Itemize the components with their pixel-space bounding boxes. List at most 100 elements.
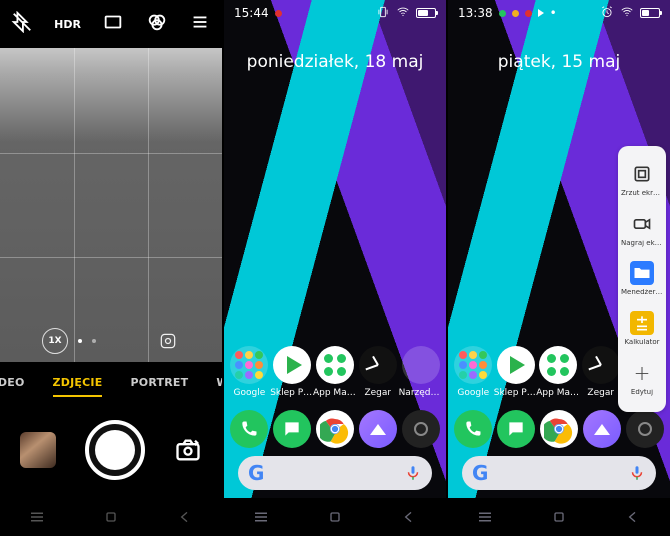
- mic-icon[interactable]: [404, 464, 422, 482]
- plus-icon: +: [630, 361, 654, 385]
- camera-mode-tabs: WIDEO ZDJĘCIE PORTRET WIĘ: [0, 362, 222, 402]
- android-navbar: [448, 498, 670, 536]
- app-label: Google: [234, 388, 266, 398]
- mode-more[interactable]: WIĘ: [216, 376, 222, 389]
- zoom-dot: [92, 339, 96, 343]
- status-time: 13:38: [458, 6, 493, 20]
- app-google-folder[interactable]: Google: [452, 346, 494, 398]
- battery-icon: [416, 8, 436, 18]
- sidebar-label: Nagraj ekran: [619, 240, 665, 248]
- app-play-store[interactable]: Sklep Play: [495, 346, 537, 398]
- home-screen: 15:44 poniedziałek, 18 maj Google: [224, 0, 446, 536]
- zoom-controls: 1X: [0, 328, 222, 354]
- mode-video[interactable]: WIDEO: [0, 376, 25, 389]
- nav-home-icon[interactable]: [326, 508, 344, 526]
- date-widget[interactable]: piątek, 15 maj: [448, 52, 670, 72]
- dock-phone[interactable]: [228, 410, 270, 448]
- sidebar-label: Zrzut ekranu: [619, 190, 665, 198]
- sidebar-record[interactable]: Nagraj ekran: [618, 206, 666, 254]
- camera-viewfinder[interactable]: 1X: [0, 48, 222, 362]
- sidebar-label: Menedżer ...: [619, 289, 665, 297]
- wifi-icon: [620, 5, 634, 22]
- aspect-icon[interactable]: [102, 11, 124, 37]
- notification-dot-icon: [499, 10, 506, 17]
- nav-recents-icon[interactable]: [28, 508, 46, 526]
- more-notifications-icon: •: [550, 6, 557, 20]
- notification-dot-icon: [525, 10, 532, 17]
- sidebar-screenshot[interactable]: Zrzut ekranu: [618, 156, 666, 204]
- dock-chrome[interactable]: [314, 410, 356, 448]
- nav-back-icon[interactable]: [400, 508, 418, 526]
- battery-icon: [640, 8, 660, 18]
- zoom-button[interactable]: 1X: [42, 328, 68, 354]
- record-icon: [630, 212, 654, 236]
- sidebar-label: Edytuj: [629, 389, 655, 397]
- google-lens-icon[interactable]: [156, 329, 180, 353]
- dock-gallery[interactable]: [357, 410, 399, 448]
- play-indicator-icon: [538, 9, 544, 17]
- screenshot-icon: [630, 162, 654, 186]
- app-clock[interactable]: Zegar: [580, 346, 622, 398]
- android-navbar: [0, 498, 222, 536]
- app-market[interactable]: App Market: [537, 346, 579, 398]
- notification-dot-icon: [275, 10, 282, 17]
- app-market[interactable]: App Market: [314, 346, 356, 398]
- dock-messages[interactable]: [495, 410, 537, 448]
- calculator-icon: [630, 311, 654, 335]
- dock: [224, 410, 446, 448]
- dock-extra[interactable]: [400, 410, 442, 448]
- camera-top-toolbar: HDR: [0, 0, 222, 48]
- dock: [448, 410, 670, 448]
- app-play-store[interactable]: Sklep Play: [271, 346, 313, 398]
- camera-controls: [0, 402, 222, 498]
- mode-photo[interactable]: ZDJĘCIE: [53, 376, 103, 389]
- camera-screen: HDR 1X WIDEO ZDJĘCIE PORTRET: [0, 0, 222, 536]
- google-logo-icon: G: [248, 461, 264, 485]
- gallery-thumbnail[interactable]: [20, 432, 56, 468]
- nav-recents-icon[interactable]: [252, 508, 270, 526]
- sidebar-label: Kalkulator: [622, 339, 661, 347]
- dock-extra[interactable]: [624, 410, 666, 448]
- dock-gallery[interactable]: [581, 410, 623, 448]
- app-row: Google Sklep Play App Market Zegar: [224, 346, 446, 398]
- notification-dot-icon: [512, 10, 519, 17]
- dock-messages[interactable]: [271, 410, 313, 448]
- app-tools-folder[interactable]: Narzędzia: [400, 346, 442, 398]
- dock-chrome[interactable]: [538, 410, 580, 448]
- app-label: Zegar: [587, 388, 614, 398]
- hdr-icon[interactable]: HDR: [54, 18, 81, 31]
- date-widget[interactable]: poniedziałek, 18 maj: [224, 52, 446, 72]
- switch-camera-icon[interactable]: [174, 436, 202, 464]
- flash-icon[interactable]: [11, 11, 33, 37]
- app-label: Narzędzia: [399, 388, 443, 398]
- app-clock[interactable]: Zegar: [357, 346, 399, 398]
- nav-back-icon[interactable]: [624, 508, 642, 526]
- nav-recents-icon[interactable]: [476, 508, 494, 526]
- app-label: Sklep Play: [494, 388, 538, 398]
- google-search-bar[interactable]: G: [462, 456, 656, 490]
- sidebar-files[interactable]: Menedżer ...: [618, 255, 666, 303]
- app-google-folder[interactable]: Google: [228, 346, 270, 398]
- app-label: App Market: [313, 388, 357, 398]
- menu-icon[interactable]: [189, 11, 211, 37]
- app-label: Zegar: [364, 388, 391, 398]
- mic-icon[interactable]: [628, 464, 646, 482]
- android-navbar: [224, 498, 446, 536]
- filter-icon[interactable]: [146, 11, 168, 37]
- zoom-dot: [78, 339, 82, 343]
- nav-home-icon[interactable]: [550, 508, 568, 526]
- vibrate-icon: [376, 5, 390, 22]
- sidebar-calculator[interactable]: Kalkulator: [618, 305, 666, 353]
- sidebar-edit[interactable]: + Edytuj: [618, 355, 666, 403]
- google-search-bar[interactable]: G: [238, 456, 432, 490]
- status-time: 15:44: [234, 6, 269, 20]
- smart-sidebar: Zrzut ekranu Nagraj ekran Menedżer ... K…: [618, 146, 666, 412]
- mode-portrait[interactable]: PORTRET: [130, 376, 188, 389]
- status-bar: 15:44: [224, 0, 446, 26]
- folder-icon: [630, 261, 654, 285]
- nav-home-icon[interactable]: [102, 508, 120, 526]
- dock-phone[interactable]: [452, 410, 494, 448]
- shutter-button[interactable]: [85, 420, 145, 480]
- app-label: Google: [457, 388, 489, 398]
- nav-back-icon[interactable]: [176, 508, 194, 526]
